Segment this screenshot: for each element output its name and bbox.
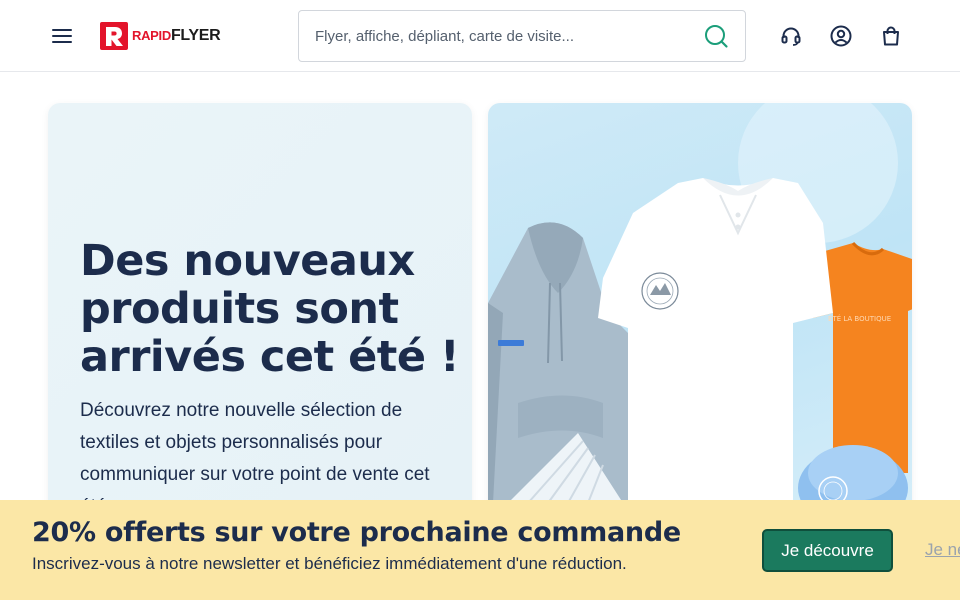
svg-text:ÉTÉ LA BOUTIQUE: ÉTÉ LA BOUTIQUE bbox=[828, 314, 891, 323]
newsletter-banner: 20% offerts sur votre prochaine commande… bbox=[0, 500, 960, 600]
discover-button[interactable]: Je découvre bbox=[762, 529, 893, 572]
search-icon[interactable] bbox=[703, 23, 729, 49]
banner-title: 20% offerts sur votre prochaine commande bbox=[32, 517, 681, 548]
account-icon[interactable] bbox=[829, 24, 853, 48]
rapidflyer-logo[interactable]: RAPIDFLYER bbox=[100, 22, 221, 50]
banner-text: Inscrivez-vous à notre newsletter et bén… bbox=[32, 554, 627, 573]
logo-wordmark: RAPIDFLYER bbox=[132, 27, 221, 45]
bag-icon[interactable] bbox=[879, 24, 903, 48]
hero-title: Des nouveaux produits sont arrivés cet é… bbox=[80, 236, 460, 382]
hero-image-card[interactable]: ÉTÉ LA BOUTIQUE bbox=[488, 103, 912, 523]
logo-text-rapid: RAPID bbox=[132, 28, 171, 43]
logo-mark-icon bbox=[100, 22, 128, 50]
hero-text-card: Des nouveaux produits sont arrivés cet é… bbox=[48, 103, 472, 523]
dismiss-link[interactable]: Je ne bbox=[925, 540, 960, 560]
products-image: ÉTÉ LA BOUTIQUE bbox=[488, 103, 912, 523]
menu-icon[interactable] bbox=[48, 22, 76, 50]
search-bar bbox=[298, 10, 746, 62]
headset-icon[interactable] bbox=[779, 24, 803, 48]
search-input[interactable] bbox=[315, 27, 703, 45]
page: RAPIDFLYER Des nouveaux produit bbox=[0, 0, 960, 600]
site-header: RAPIDFLYER bbox=[0, 0, 960, 72]
logo-text-flyer: FLYER bbox=[170, 27, 221, 44]
